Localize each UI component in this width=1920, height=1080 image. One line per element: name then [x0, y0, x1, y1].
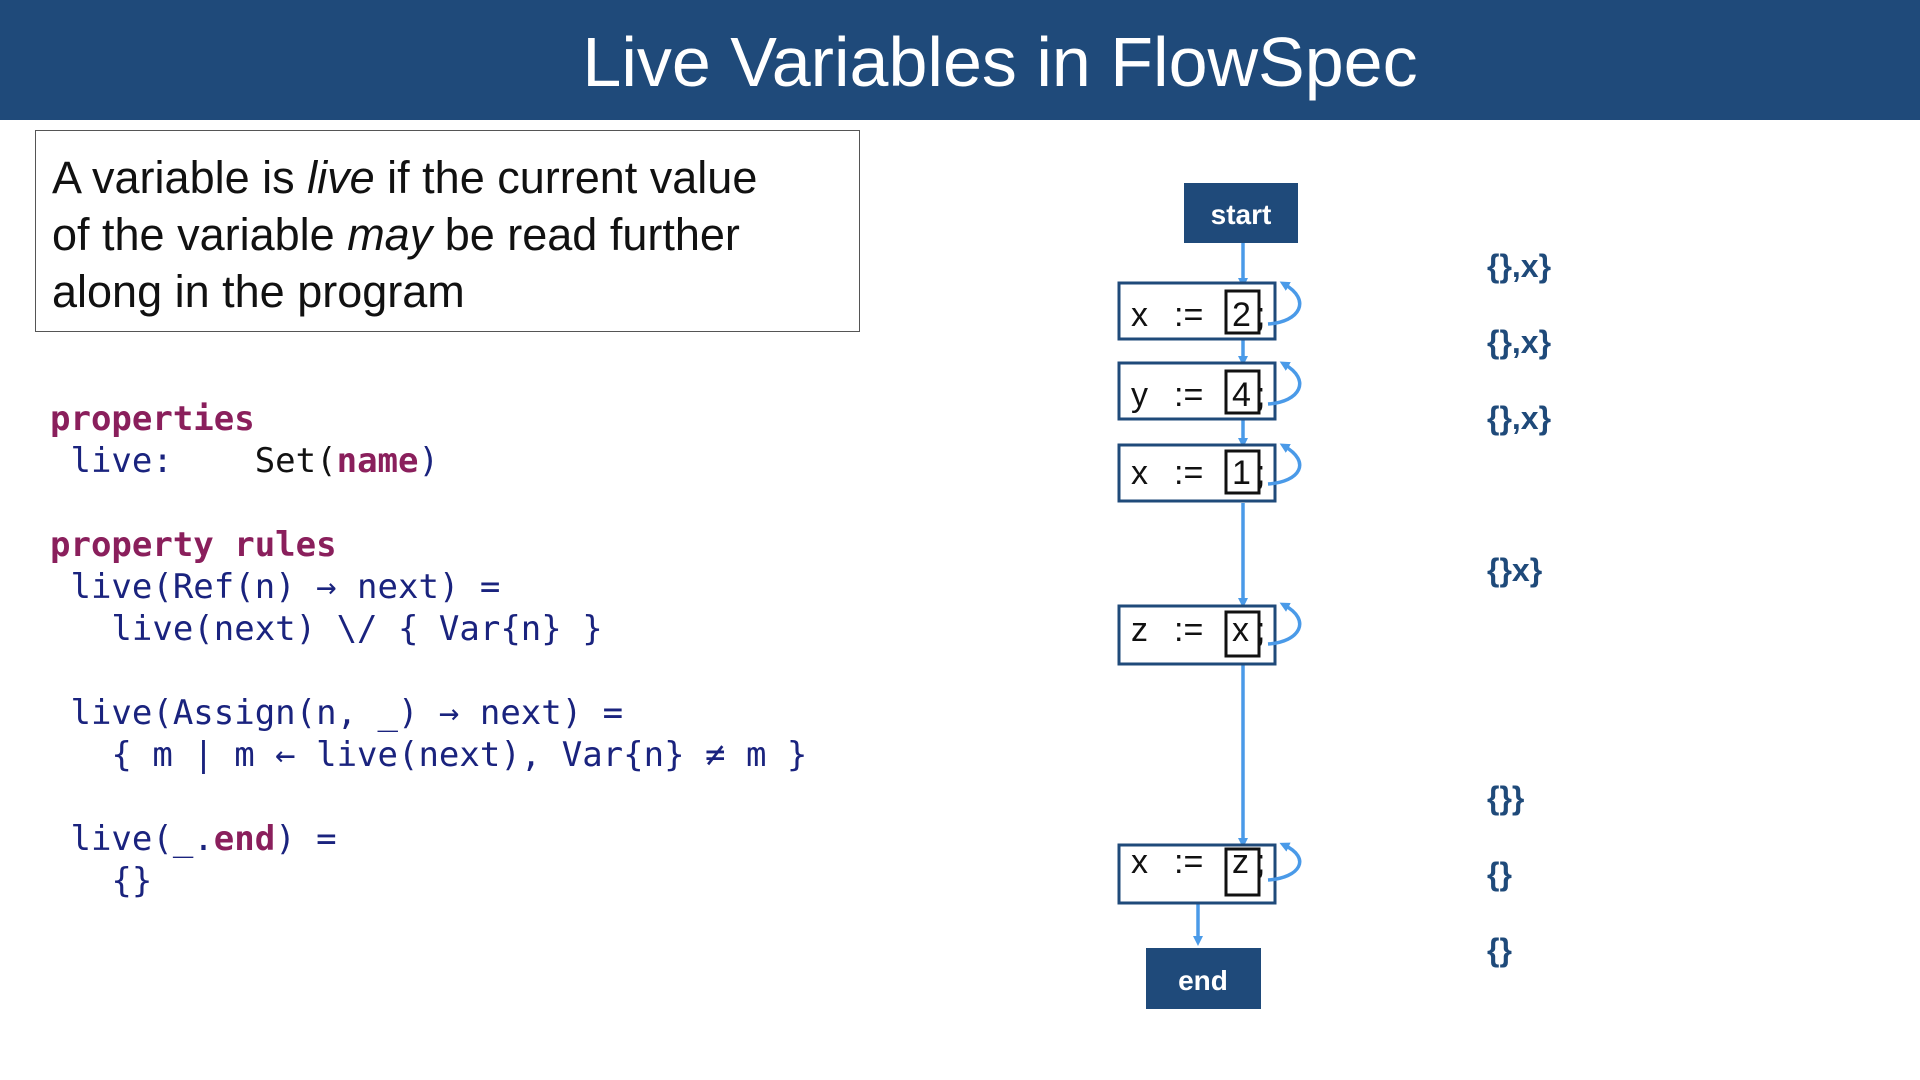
live-set-7: {} [1487, 932, 1512, 968]
live-set-4: {}x} [1487, 552, 1542, 588]
node-lhs: x [1131, 296, 1148, 334]
node-semicolon: ; [1256, 376, 1265, 414]
live-set-6: {} [1487, 856, 1512, 892]
live-set-5: {}} [1487, 780, 1524, 816]
live-set-1: {},x} [1487, 248, 1551, 284]
node-semicolon: ; [1256, 843, 1265, 881]
cfg-node-2: y := 4 ; [1117, 361, 1302, 421]
start-label: start [1211, 199, 1272, 230]
cfg-node-1: x := 2 ; [1117, 281, 1302, 341]
cfg-node-5: x := z ; [1117, 842, 1302, 905]
live-set-3: {},x} [1487, 400, 1551, 436]
cfg-node-4: z := x ; [1117, 602, 1302, 666]
node-semicolon: ; [1256, 611, 1265, 649]
node-rhs: 1 [1232, 454, 1251, 492]
node-rhs: 2 [1232, 296, 1251, 334]
node-operator: := [1174, 376, 1203, 414]
end-label: end [1178, 965, 1228, 996]
flow-edges [1193, 243, 1248, 946]
node-semicolon: ; [1256, 454, 1265, 492]
node-operator: := [1174, 296, 1203, 334]
node-semicolon: ; [1256, 296, 1265, 334]
live-set-2: {},x} [1487, 324, 1551, 360]
node-rhs: x [1232, 611, 1249, 649]
node-operator: := [1174, 611, 1203, 649]
node-lhs: x [1131, 843, 1148, 881]
cfg-node-3: x := 1 ; [1117, 443, 1302, 503]
node-rhs: z [1232, 843, 1249, 881]
control-flow-graph: start x := 2 ; y := 4 ; x := 1 ; z:= x … [1117, 183, 1551, 1009]
node-lhs: z [1131, 611, 1148, 649]
node-operator: := [1174, 843, 1203, 881]
node-lhs: x [1131, 454, 1148, 492]
node-operator: := [1174, 454, 1203, 492]
node-lhs: y [1131, 376, 1148, 414]
node-rhs: 4 [1232, 376, 1251, 414]
